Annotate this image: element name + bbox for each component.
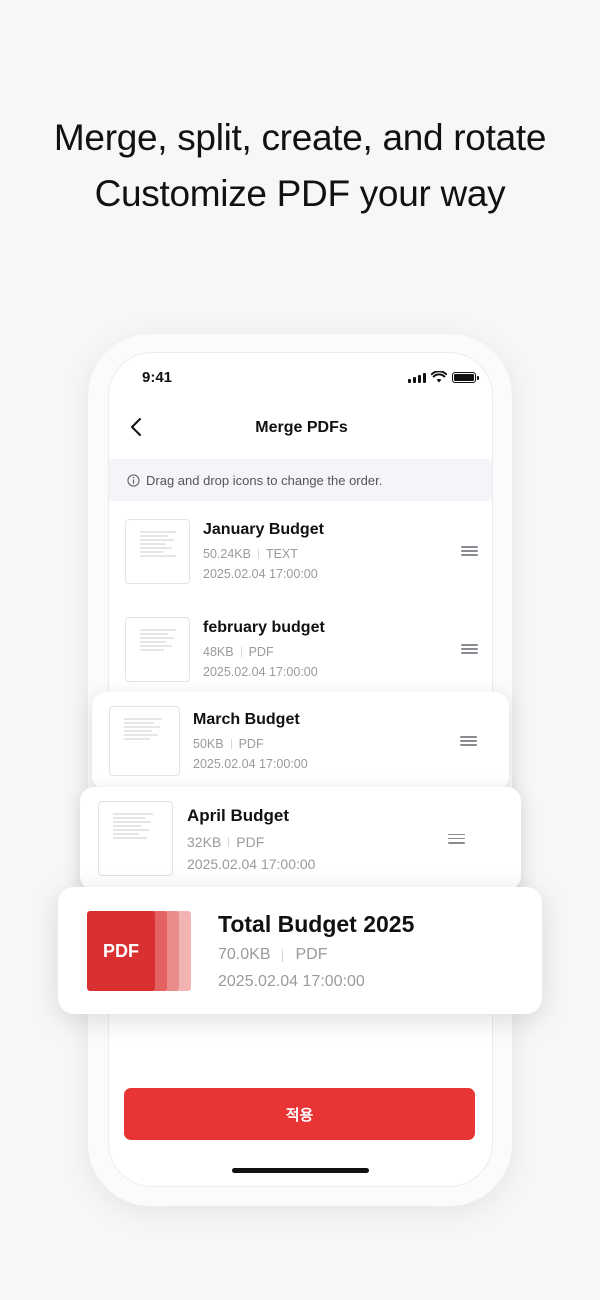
file-size: 32KB bbox=[187, 833, 222, 850]
result-name: Total Budget 2025 bbox=[218, 911, 415, 937]
page-title: Merge PDFs bbox=[255, 419, 348, 436]
file-date: 2025.02.04 17:00:00 bbox=[203, 567, 318, 581]
file-size: 50.24KB bbox=[203, 547, 251, 561]
home-indicator bbox=[232, 1168, 369, 1173]
drag-handle-icon[interactable] bbox=[448, 833, 465, 844]
file-type: PDF bbox=[236, 833, 265, 850]
merged-result-card: PDF Total Budget 2025 70.0KB PDF 2025.02.… bbox=[58, 887, 542, 1014]
status-icons bbox=[408, 371, 479, 383]
file-info: 48KB PDF bbox=[203, 645, 461, 659]
signal-icon bbox=[408, 372, 426, 383]
file-size: 48KB bbox=[203, 645, 234, 659]
status-time: 9:41 bbox=[142, 369, 173, 386]
result-type: PDF bbox=[295, 946, 328, 963]
list-item[interactable]: february budget 48KB PDF 2025.02.04 17:00… bbox=[109, 601, 492, 697]
battery-icon bbox=[452, 372, 479, 383]
list-item[interactable]: April Budget 32KB PDF 2025.02.04 17:00:00 bbox=[80, 787, 521, 890]
drag-handle-icon[interactable] bbox=[460, 736, 477, 746]
file-info: 32KB PDF bbox=[187, 834, 448, 850]
file-info: 50.24KB TEXT bbox=[203, 547, 461, 561]
file-name: January Budget bbox=[203, 521, 324, 538]
list-item[interactable]: March Budget 50KB PDF 2025.02.04 17:00:00 bbox=[92, 692, 509, 790]
file-size: 50KB bbox=[193, 737, 224, 751]
file-date: 2025.02.04 17:00:00 bbox=[187, 855, 316, 872]
apply-button[interactable]: 적용 bbox=[124, 1088, 475, 1140]
result-date: 2025.02.04 17:00:00 bbox=[218, 973, 365, 990]
list-item[interactable]: January Budget 50.24KB TEXT 2025.02.04 17… bbox=[109, 503, 492, 599]
file-thumbnail bbox=[98, 801, 173, 876]
drag-handle-icon[interactable] bbox=[461, 644, 478, 654]
info-icon bbox=[127, 473, 140, 487]
headline-line-2: Customize PDF your way bbox=[94, 173, 506, 214]
file-name: february budget bbox=[203, 619, 325, 636]
file-date: 2025.02.04 17:00:00 bbox=[203, 665, 318, 679]
file-name: March Budget bbox=[193, 711, 300, 728]
file-thumbnail bbox=[109, 706, 180, 776]
file-type: TEXT bbox=[265, 547, 298, 561]
file-info: 50KB PDF bbox=[193, 737, 460, 751]
headline-line-1: Merge, split, create, and rotate bbox=[53, 117, 547, 158]
file-type: PDF bbox=[238, 737, 264, 751]
headline: Merge, split, create, and rotate Customi… bbox=[0, 110, 600, 222]
file-thumbnail bbox=[125, 518, 190, 584]
file-thumbnail bbox=[125, 616, 190, 682]
wifi-icon bbox=[431, 371, 447, 383]
file-type: PDF bbox=[248, 645, 274, 659]
file-name: April Budget bbox=[187, 805, 289, 825]
pdf-icon-label: PDF bbox=[87, 911, 155, 991]
drag-handle-icon[interactable] bbox=[461, 546, 478, 556]
result-info: 70.0KB PDF bbox=[218, 946, 327, 964]
file-date: 2025.02.04 17:00:00 bbox=[193, 757, 308, 771]
result-size: 70.0KB bbox=[218, 946, 271, 963]
pdf-stack-icon: PDF bbox=[87, 911, 191, 991]
info-banner: Drag and drop icons to change the order. bbox=[109, 459, 492, 501]
info-text: Drag and drop icons to change the order. bbox=[146, 472, 383, 488]
